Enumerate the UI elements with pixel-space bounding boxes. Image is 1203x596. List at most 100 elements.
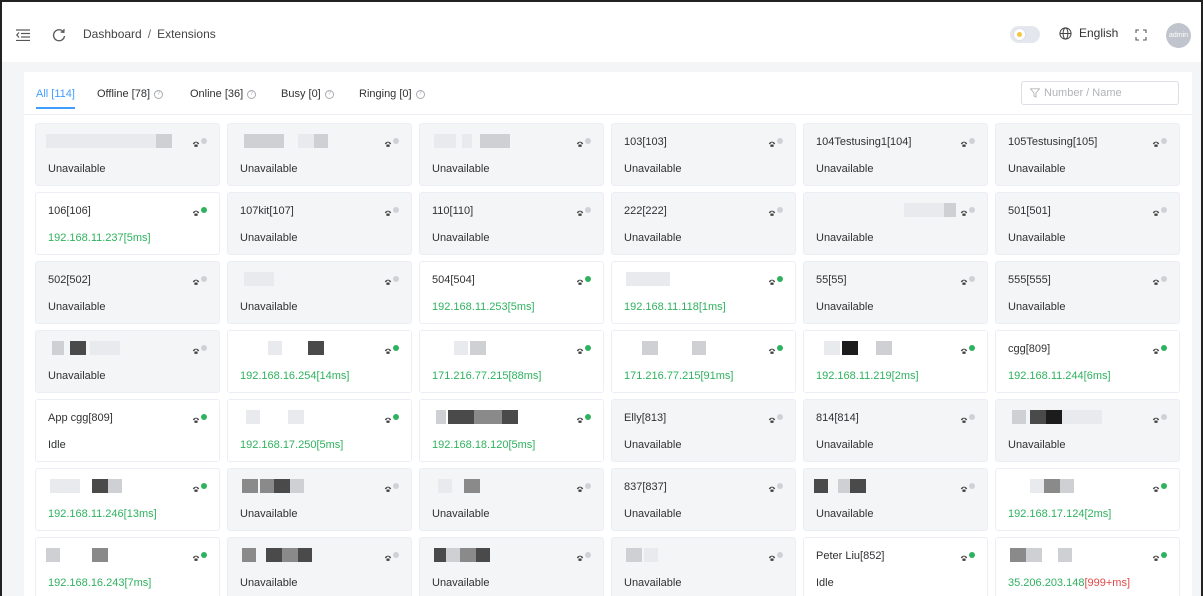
redacted-name-block — [288, 410, 304, 424]
search-input[interactable] — [1044, 87, 1164, 99]
extension-status: Unavailable — [240, 508, 297, 520]
help-icon[interactable]: ? — [247, 89, 257, 99]
offline-dot-icon — [1161, 276, 1167, 282]
tab-busy-label: Busy [0] — [281, 88, 321, 100]
tab-online[interactable]: Online [36] ? — [190, 88, 257, 100]
phone-icon — [1152, 344, 1160, 354]
extension-card[interactable]: Unavailable — [227, 468, 412, 531]
extension-card[interactable]: 171.216.77.215[91ms] — [611, 330, 796, 393]
registration-indicator — [1152, 206, 1167, 216]
tab-all-label: All [114] — [36, 88, 75, 100]
extension-card[interactable]: 103[103] Unavailable — [611, 123, 796, 186]
extension-card[interactable]: Unavailable — [419, 537, 604, 596]
extension-card[interactable]: Elly[813] Unavailable — [611, 399, 796, 462]
extension-card[interactable]: Unavailable — [995, 399, 1180, 462]
tab-busy[interactable]: Busy [0] ? — [281, 88, 334, 100]
registration-indicator — [192, 413, 207, 423]
extension-card[interactable]: 104Testusing1[104] Unavailable — [803, 123, 988, 186]
redacted-name-block — [434, 134, 456, 148]
extension-status: Idle — [816, 577, 834, 589]
offline-dot-icon — [969, 276, 975, 282]
redacted-name-block — [1046, 410, 1062, 424]
registration-indicator — [1152, 344, 1167, 354]
extension-card[interactable]: 192.168.11.219[2ms] — [803, 330, 988, 393]
redacted-name-block — [46, 134, 136, 148]
extension-card[interactable]: 106[106] 192.168.11.237[5ms] — [35, 192, 220, 255]
extension-card[interactable]: 814[814] Unavailable — [803, 399, 988, 462]
search-box[interactable] — [1021, 81, 1179, 105]
extension-card[interactable]: 192.168.17.250[5ms] — [227, 399, 412, 462]
extension-status-text: Unavailable — [432, 508, 490, 520]
online-dot-icon — [201, 414, 207, 420]
extension-card[interactable]: Unavailable — [419, 123, 604, 186]
extension-status-text: Unavailable — [1008, 301, 1066, 313]
language-selector[interactable]: English — [1059, 26, 1118, 40]
offline-dot-icon — [393, 276, 399, 282]
extension-card[interactable]: 192.168.16.243[7ms] — [35, 537, 220, 596]
help-icon[interactable]: ? — [154, 89, 163, 99]
extension-card[interactable]: App cgg[809] Idle — [35, 399, 220, 462]
registration-indicator — [192, 137, 207, 147]
extension-card[interactable]: 501[501] Unavailable — [995, 192, 1180, 255]
extension-card[interactable]: 555[555] Unavailable — [995, 261, 1180, 324]
extension-card[interactable]: Unavailable — [419, 468, 604, 531]
help-icon[interactable]: ? — [415, 89, 425, 99]
extension-status-text: 192.168.17.250[5ms] — [240, 439, 344, 451]
extension-card[interactable]: Unavailable — [35, 123, 220, 186]
registration-indicator — [192, 275, 207, 285]
extension-status: 192.168.17.250[5ms] — [240, 439, 343, 451]
redacted-name-block — [242, 479, 258, 493]
extension-card[interactable]: 192.168.18.120[5ms] — [419, 399, 604, 462]
extension-status: Unavailable — [624, 163, 681, 175]
breadcrumb-dashboard[interactable]: Dashboard — [83, 27, 142, 41]
menu-fold-icon[interactable] — [14, 26, 32, 44]
extension-card[interactable]: Unavailable — [803, 468, 988, 531]
online-dot-icon — [1161, 552, 1167, 558]
phone-icon — [768, 482, 776, 492]
extension-card[interactable]: 837[837] Unavailable — [611, 468, 796, 531]
extension-card[interactable]: 192.168.11.118[1ms] — [611, 261, 796, 324]
extension-card[interactable]: Peter Liu[852] Idle — [803, 537, 988, 596]
extension-status: 171.216.77.215[91ms] — [624, 370, 733, 382]
refresh-icon[interactable] — [50, 26, 68, 44]
extension-card[interactable]: 504[504] 192.168.11.253[5ms] — [419, 261, 604, 324]
theme-toggle[interactable] — [1010, 26, 1040, 43]
fullscreen-icon[interactable] — [1132, 26, 1150, 44]
extension-card[interactable]: 222[222] Unavailable — [611, 192, 796, 255]
extension-card[interactable]: 192.168.17.124[2ms] — [995, 468, 1180, 531]
extension-card[interactable]: 35.206.203.148[999+ms] — [995, 537, 1180, 596]
extension-card[interactable]: 171.216.77.215[88ms] — [419, 330, 604, 393]
extension-card[interactable]: 105Testusing[105] Unavailable — [995, 123, 1180, 186]
extension-card[interactable]: Unavailable — [227, 537, 412, 596]
extension-status-text: Unavailable — [1008, 439, 1066, 451]
extension-card[interactable]: Unavailable — [35, 330, 220, 393]
help-icon[interactable]: ? — [324, 89, 334, 99]
tab-all[interactable]: All [114] — [36, 88, 75, 109]
extension-card[interactable]: 107kit[107] Unavailable — [227, 192, 412, 255]
extension-status: 192.168.11.118[1ms] — [624, 301, 726, 313]
extension-status-text: 35.206.203.148 — [1008, 577, 1085, 589]
avatar[interactable]: admin — [1166, 23, 1191, 48]
extension-card[interactable]: Unavailable — [611, 537, 796, 596]
extension-status-text: Unavailable — [816, 232, 874, 244]
extension-status: Unavailable — [240, 301, 297, 313]
extension-card[interactable]: 192.168.16.254[14ms] — [227, 330, 412, 393]
extension-status-text: Unavailable — [432, 577, 490, 589]
extension-card[interactable]: 502[502] Unavailable — [35, 261, 220, 324]
extension-status-text: 192.168.11.244[6ms] — [1008, 370, 1111, 382]
extension-card[interactable]: 55[55] Unavailable — [803, 261, 988, 324]
online-dot-icon — [777, 345, 783, 351]
redacted-name-block — [436, 410, 446, 424]
extension-card[interactable]: Unavailable — [227, 123, 412, 186]
tab-ringing[interactable]: Ringing [0] ? — [359, 88, 425, 100]
extension-card[interactable]: Unavailable — [803, 192, 988, 255]
extension-card[interactable]: 110[110] Unavailable — [419, 192, 604, 255]
extension-card[interactable]: Unavailable — [227, 261, 412, 324]
extension-status: Unavailable — [816, 163, 873, 175]
registration-indicator — [576, 344, 591, 354]
registration-indicator — [192, 206, 207, 216]
registration-indicator — [768, 275, 783, 285]
tab-offline[interactable]: Offline [78] ? — [97, 88, 163, 100]
extension-card[interactable]: 192.168.11.246[13ms] — [35, 468, 220, 531]
extension-card[interactable]: cgg[809] 192.168.11.244[6ms] — [995, 330, 1180, 393]
